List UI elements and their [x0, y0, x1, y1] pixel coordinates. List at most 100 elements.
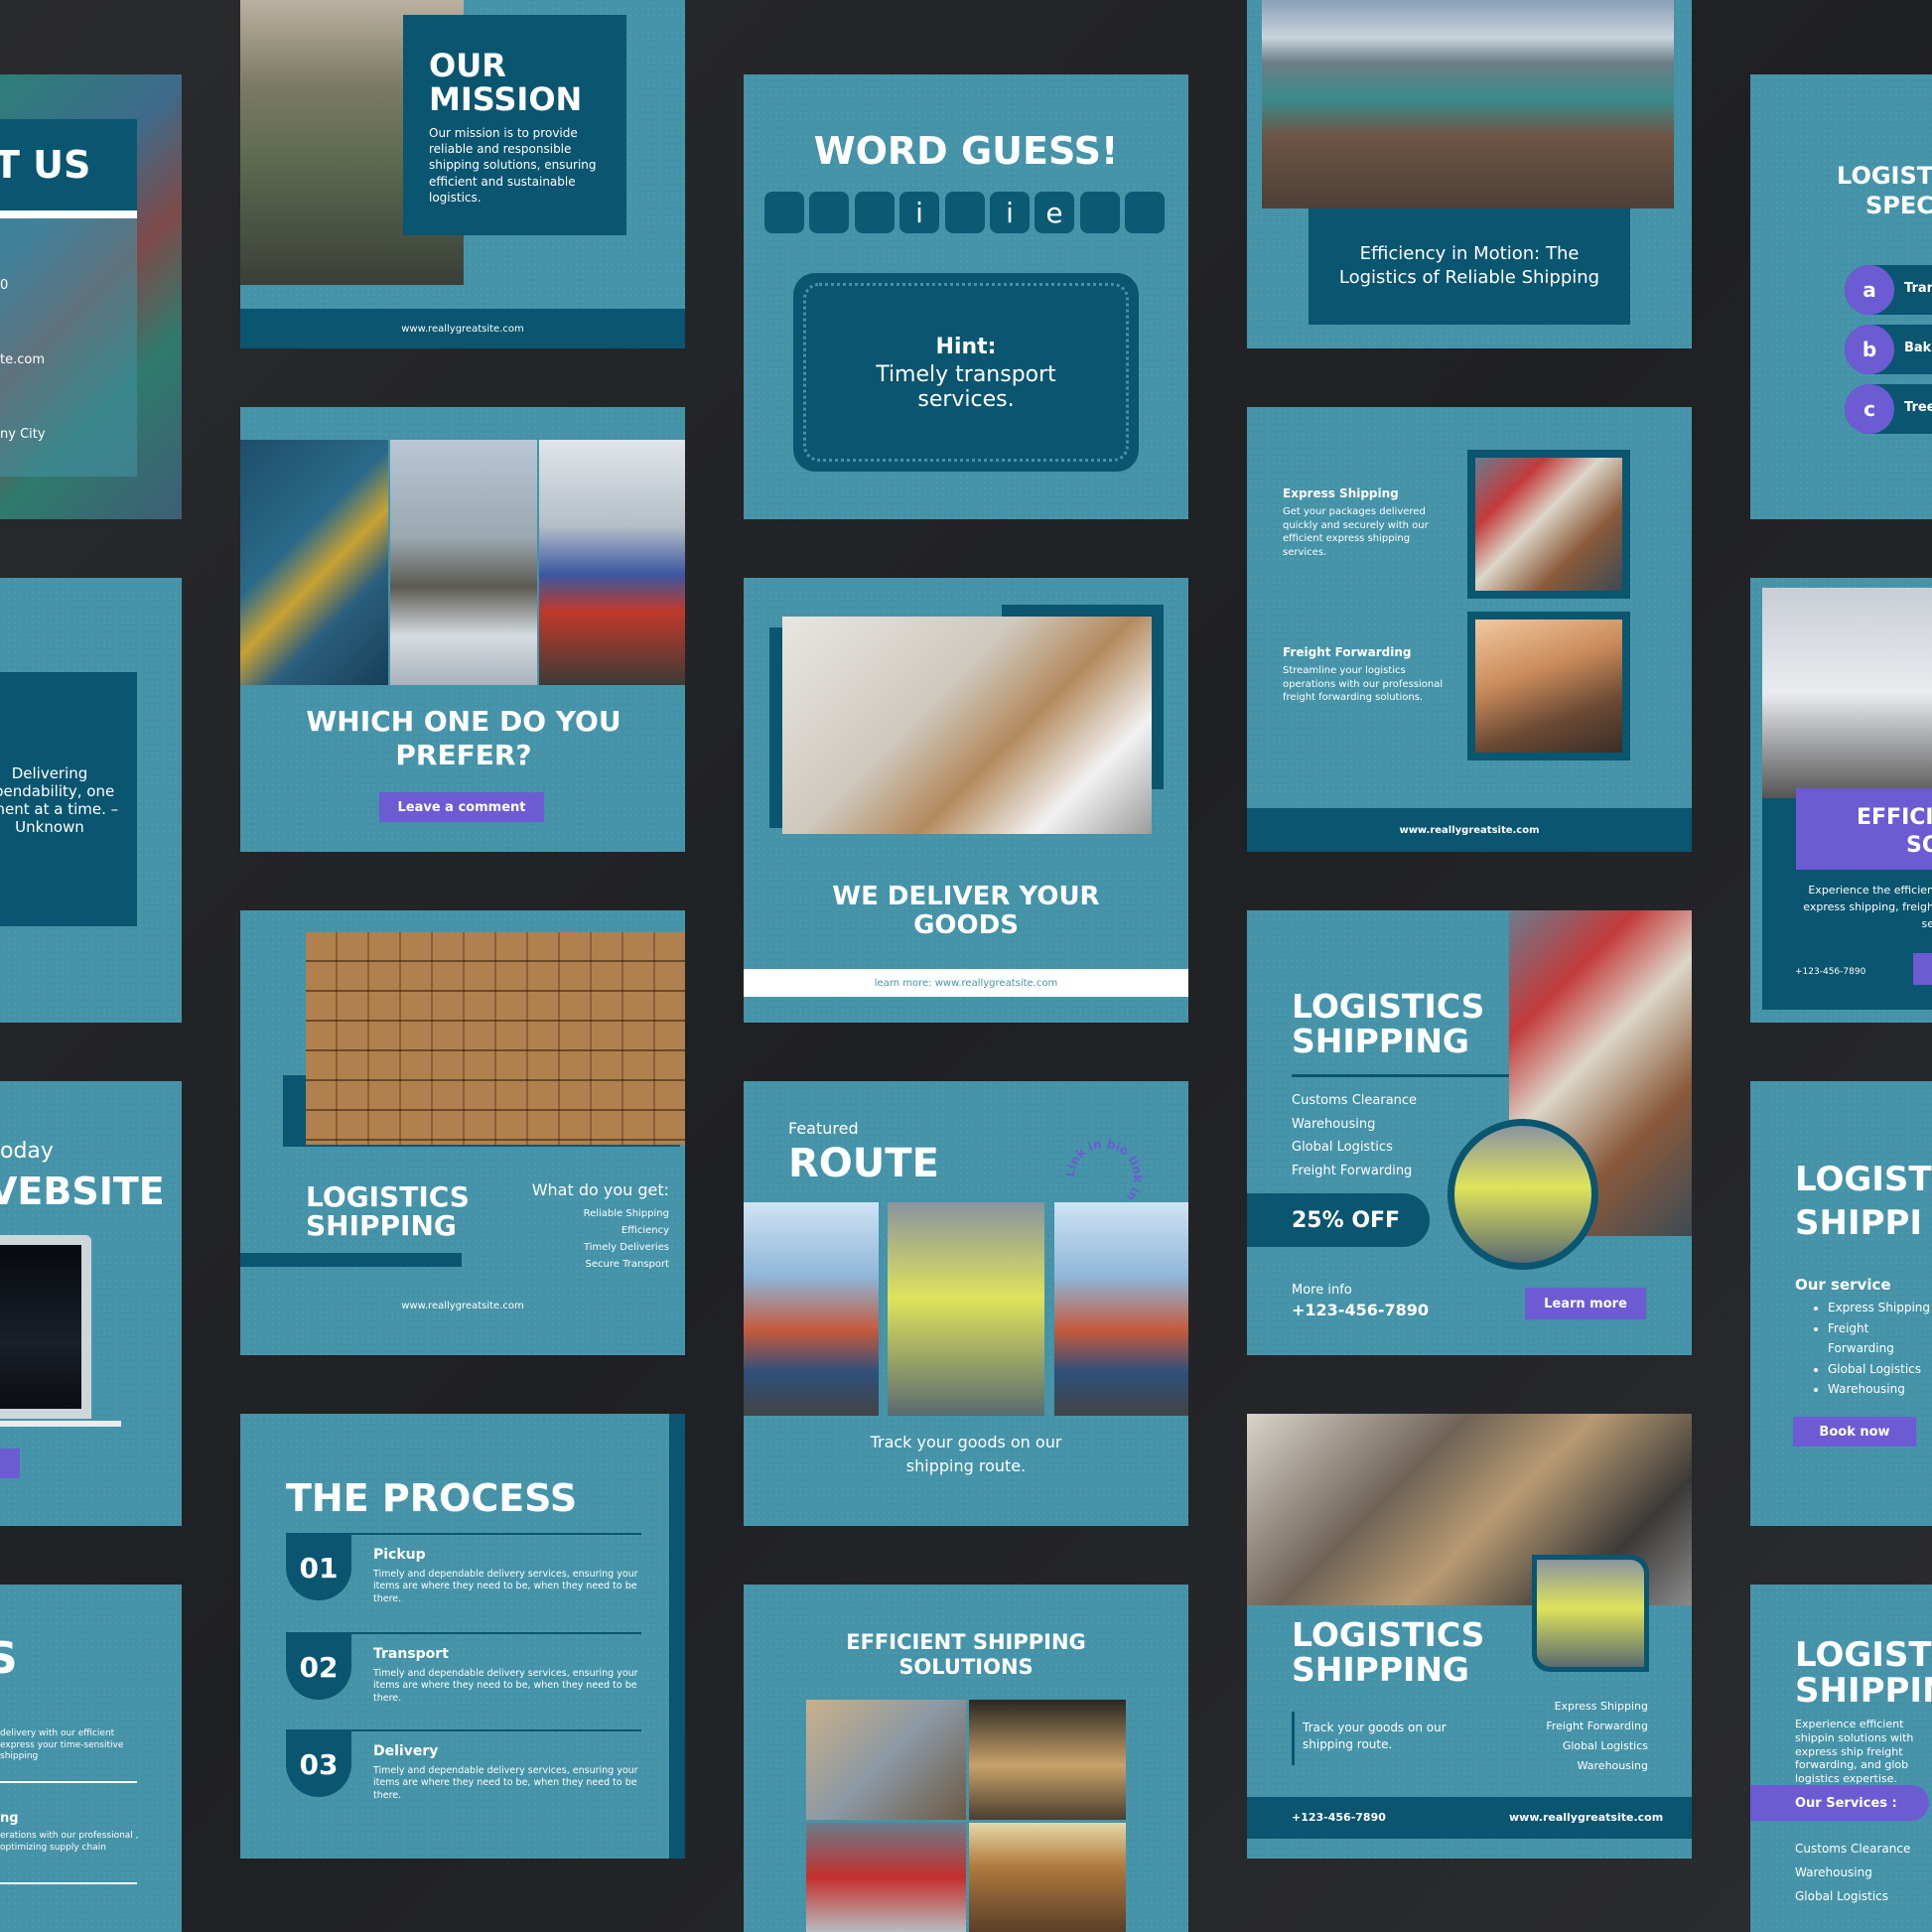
men-site[interactable]: www.reallygreatsite.com	[1509, 1811, 1663, 1824]
about-email: te.com	[0, 352, 45, 367]
efficient-right-button-stub[interactable]	[1913, 953, 1932, 985]
hint-text: Timely transport services.	[876, 362, 1056, 413]
offer-item: Freight Forwarding	[1292, 1163, 1413, 1178]
step-number: 01	[286, 1535, 351, 1600]
br-item: Global Logistics	[1795, 1889, 1889, 1903]
right-service-item: Express Shipping	[1828, 1298, 1932, 1318]
get-label: What do you get:	[531, 1180, 669, 1199]
letter-tile	[1080, 192, 1120, 233]
card-mission: OUR MISSION Our mission is to provide re…	[240, 0, 685, 348]
website-pre: oday	[0, 1139, 54, 1164]
rail-yard-photo	[1262, 0, 1674, 208]
option-text: Tran	[1904, 281, 1932, 296]
offer-more-label: More info	[1292, 1283, 1352, 1298]
men-caption: Track your goods on our shipping route.	[1303, 1721, 1447, 1751]
process-side-bar	[669, 1414, 685, 1859]
get-list: Reliable Shipping Efficiency Timely Deli…	[520, 1205, 669, 1273]
right-title-1: LOGIST	[1795, 1160, 1932, 1199]
letter-tile	[764, 192, 804, 233]
card-quote: Delivering ependability, one pment at a …	[0, 578, 182, 1023]
offer-item: Customs Clearance	[1292, 1093, 1418, 1108]
efficient-right-body: Experience the efficien express shipping…	[1803, 884, 1932, 931]
step-number: 02	[286, 1634, 351, 1700]
efficient-solutions-title: EFFICIENT SHIPPING SOLUTIONS	[846, 1630, 1086, 1680]
card-specs-quiz: LOGIST SPECI a Tran b Baki c Tree	[1750, 74, 1932, 519]
freight-wagon-photo	[1475, 620, 1622, 753]
offer-list: Customs Clearance Warehousing Global Log…	[1292, 1089, 1417, 1182]
letter-tile	[809, 192, 849, 233]
letter-tile: i	[899, 192, 939, 233]
men-footer: +123-456-7890 www.reallygreatsite.com	[1247, 1797, 1692, 1839]
truck-snow-photo	[390, 440, 537, 685]
option-letter[interactable]: c	[1845, 384, 1894, 434]
learn-more-button[interactable]: Learn more	[1525, 1288, 1646, 1319]
get-item: Timely Deliveries	[583, 1242, 669, 1253]
card-process: THE PROCESS 01 Pickup Timely and dependa…	[240, 1414, 685, 1859]
men-list: Express Shipping Freight Forwarding Glob…	[1475, 1697, 1648, 1776]
card-word-guess: WORD GUESS! i i e Hint: Timely transport…	[744, 74, 1188, 519]
card-prefer: WHICH ONE DO YOU PREFER? Leave a comment	[240, 407, 685, 852]
laptop-base	[0, 1421, 121, 1427]
get-item: Efficiency	[621, 1225, 669, 1236]
left-big-letter: S	[0, 1633, 18, 1684]
right-service-item: Global Logistics	[1828, 1359, 1932, 1380]
option-letter[interactable]: b	[1845, 325, 1894, 374]
boxes-title-underline	[240, 1253, 462, 1267]
card-route: Featured ROUTE Link in bio link in bio T…	[744, 1081, 1188, 1526]
br-services-label: Our Services :	[1795, 1795, 1897, 1811]
route-caption: Track your goods on our shipping route.	[870, 1433, 1062, 1475]
mission-footer[interactable]: www.reallygreatsite.com	[240, 309, 685, 348]
step-number: 03	[286, 1731, 351, 1797]
right-service-item: Warehousing	[1828, 1379, 1932, 1400]
quote-text: Delivering ependability, one pment at a …	[0, 764, 119, 836]
right-title-2: SHIPPI	[1795, 1203, 1923, 1243]
deliver-site[interactable]: learn more: www.reallygreatsite.com	[875, 978, 1057, 989]
card-logistics-bottom-right: LOGISTI SHIPPIN Experience efficient shi…	[1750, 1585, 1932, 1932]
warehouse-aisle-photo	[969, 1823, 1126, 1932]
card-services-left: S delivery with our efficient express yo…	[0, 1585, 182, 1932]
services-footer[interactable]: www.reallygreatsite.com	[1247, 808, 1692, 852]
letter-tile	[855, 192, 895, 233]
br-title-1: LOGISTI	[1795, 1635, 1932, 1675]
option-text: Baki	[1904, 341, 1932, 355]
step-body: Timely and dependable delivery services,…	[373, 1569, 638, 1604]
route-pre: Featured	[788, 1119, 859, 1138]
service-title: Express Shipping	[1283, 486, 1399, 500]
prefer-title: WHICH ONE DO YOU PREFER?	[306, 705, 621, 771]
card-logistics-boxes: LOGISTICS SHIPPING What do you get: Reli…	[240, 910, 685, 1355]
small-photo-frame	[1532, 1555, 1649, 1672]
boxes-site[interactable]: www.reallygreatsite.com	[240, 1301, 685, 1311]
worker-box-photo	[1537, 1560, 1644, 1667]
men-title: LOGISTICS SHIPPING	[1292, 1615, 1485, 1689]
card-about-us: T US 0 te.com ny City	[0, 74, 182, 519]
deliver-footer: learn more: www.reallygreatsite.com	[744, 969, 1188, 997]
offer-circle-photo	[1448, 1119, 1598, 1270]
specs-title-1: LOGIST	[1837, 162, 1932, 190]
step-title: Delivery	[373, 1743, 439, 1759]
service-body: Get your packages delivered quickly and …	[1283, 506, 1429, 558]
trailer-photo	[1762, 588, 1932, 798]
card-logistics-offer: LOGISTICS SHIPPING Customs Clearance War…	[1247, 910, 1692, 1355]
men-phone[interactable]: +123-456-7890	[1292, 1811, 1386, 1824]
route-title: ROUTE	[788, 1141, 939, 1186]
card-efficient-solutions: EFFICIENT SHIPPING SOLUTIONS	[744, 1585, 1188, 1932]
offer-phone[interactable]: +123-456-7890	[1292, 1301, 1429, 1319]
br-item: Warehousing	[1795, 1865, 1872, 1879]
website-button-stub[interactable]	[0, 1449, 20, 1478]
men-item: Global Logistics	[1562, 1739, 1648, 1752]
option-letter[interactable]: a	[1845, 265, 1894, 315]
word-guess-title: WORD GUESS!	[813, 129, 1119, 173]
efficient-right-phone[interactable]: +123-456-7890	[1795, 967, 1865, 977]
efficiency-caption: Efficiency in Motion: The Logistics of R…	[1338, 243, 1600, 289]
dock-workers-photo	[744, 1202, 879, 1416]
br-body: Experience efficient shippin solutions w…	[1795, 1718, 1914, 1785]
packing-woman-photo	[782, 617, 1152, 834]
book-now-button[interactable]: Book now	[1793, 1417, 1916, 1447]
leave-comment-button[interactable]: Leave a comment	[379, 792, 544, 822]
card-efficient-right: EFFICIE SO Experience the efficien expre…	[1750, 578, 1932, 1023]
offer-title: LOGISTICS SHIPPING	[1292, 987, 1485, 1060]
letter-tile: i	[990, 192, 1030, 233]
about-address: ny City	[0, 427, 46, 442]
efficient-right-title-2: SO	[1906, 833, 1932, 858]
card-efficiency: Efficiency in Motion: The Logistics of R…	[1247, 0, 1692, 348]
